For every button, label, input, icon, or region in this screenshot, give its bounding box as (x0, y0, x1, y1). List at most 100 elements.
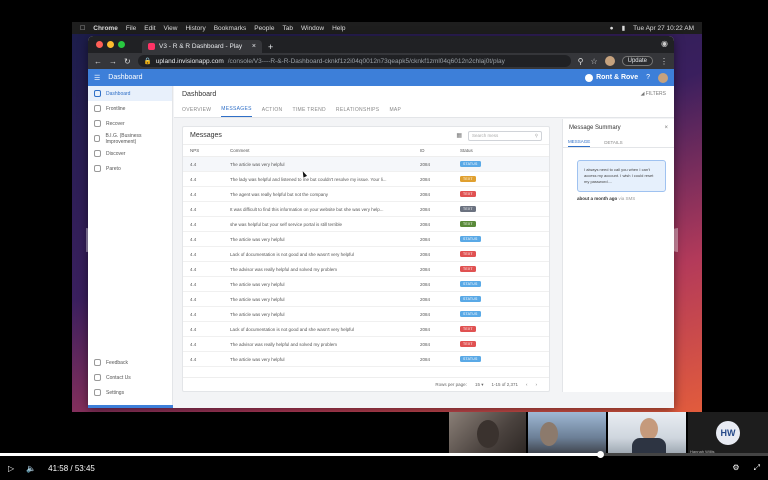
menu-file[interactable]: File (126, 25, 136, 32)
url-field[interactable]: 🔒 upland.invisionapp.com/console/V3----R… (137, 55, 571, 67)
clock[interactable]: Tue Apr 27 10:22 AM (633, 25, 694, 32)
update-button[interactable]: Update (621, 56, 653, 66)
cell-id: 2084 (420, 266, 431, 272)
column-nps[interactable]: NPS (190, 148, 230, 153)
columns-icon[interactable]: ▦ (456, 132, 462, 139)
table-row[interactable]: 4.4 The advisor was really helpful and so… (183, 262, 549, 277)
browser-tab[interactable]: V3 - R & R Dashboard - Play × (142, 40, 262, 53)
cell-comment: The article was very helpful (230, 161, 285, 167)
filters-button[interactable]: ◢ FILTERS (641, 91, 666, 97)
user-avatar[interactable] (658, 72, 668, 83)
cell-comment: It was difficult to find this informatio… (230, 206, 384, 212)
reload-icon[interactable]: ↻ (124, 57, 131, 66)
close-window-icon[interactable] (96, 41, 103, 48)
tab-action[interactable]: ACTION (262, 107, 283, 117)
menu-people[interactable]: People (254, 25, 274, 32)
help-icon[interactable]: ? (646, 74, 650, 81)
table-row[interactable]: 4.4 she was helpful but your self service… (183, 217, 549, 232)
cell-status: STATUS (460, 236, 520, 242)
apple-icon[interactable]:  (80, 25, 85, 32)
table-row[interactable]: 4.4 Lack of documentation is not good and… (183, 322, 549, 337)
column-status[interactable]: Status (460, 148, 520, 153)
sidebar-item-frontline[interactable]: Frontline (88, 101, 172, 116)
tab-message[interactable]: MESSAGE (568, 139, 591, 147)
gear-icon[interactable]: ⚙ (732, 463, 739, 473)
table-row[interactable]: 4.4 The article was very helpful 2084 STATU… (183, 277, 549, 292)
back-icon[interactable]: ← (94, 57, 102, 66)
minimize-window-icon[interactable] (107, 41, 114, 48)
menu-tab[interactable]: Tab (282, 25, 292, 32)
recover-icon (94, 120, 101, 127)
close-icon[interactable]: × (664, 125, 668, 131)
sidebar-item-contact[interactable]: Contact Us (88, 370, 172, 385)
cell-id: 2084 (420, 191, 431, 197)
sidebar-item-settings[interactable]: Settings (88, 385, 172, 400)
rows-per-page-select[interactable]: 15 ▾ (475, 382, 484, 388)
sidebar-item-recover[interactable]: Recover (88, 116, 172, 131)
menu-window[interactable]: Window (301, 25, 324, 32)
cell-nps: 4.4 (190, 251, 197, 257)
fullscreen-icon[interactable]: ⤢ (754, 463, 760, 473)
tab-overview[interactable]: OVERVIEW (182, 107, 211, 117)
star-icon[interactable]: ☆ (590, 57, 597, 66)
table-row[interactable]: 4.4 The article was very helpful 2084 STATU… (183, 157, 549, 172)
table-row[interactable]: 4.4 The article was very helpful 2084 STATU… (183, 352, 549, 367)
table-row[interactable]: 4.4 Lack of documentation is not good and… (183, 247, 549, 262)
menu-help[interactable]: Help (332, 25, 345, 32)
table-row[interactable]: 4.4 The article was very helpful 2084 STATU… (183, 292, 549, 307)
menu-edit[interactable]: Edit (144, 25, 155, 32)
hamburger-icon[interactable]: ☰ (94, 74, 100, 82)
play-icon[interactable]: ▷ (8, 464, 14, 473)
gear-icon (94, 389, 101, 396)
cell-status: TEXT (460, 176, 520, 182)
cell-nps: 4.4 (190, 356, 197, 362)
tab-details[interactable]: DETAILS (604, 140, 622, 147)
tab-relationships[interactable]: RELATIONSHIPS (336, 107, 380, 117)
filters-label: FILTERS (645, 91, 666, 97)
cell-nps: 4.4 (190, 221, 197, 227)
more-menu-icon[interactable]: ⋮ (660, 57, 668, 66)
table-row[interactable]: 4.4 The article was very helpful 2084 STATU… (183, 307, 549, 322)
menubar-app[interactable]: Chrome (93, 25, 118, 32)
table-row[interactable]: 4.4 The agent was really helpful but not … (183, 187, 549, 202)
menu-history[interactable]: History (185, 25, 205, 32)
cell-comment: she was helpful but your self service po… (230, 221, 343, 227)
battery-icon[interactable]: ▮ (622, 24, 626, 32)
tab-title: V3 - R & R Dashboard - Play (159, 43, 243, 50)
wifi-icon[interactable]: ● (610, 25, 614, 32)
tab-messages[interactable]: MESSAGES (221, 106, 252, 117)
table-row[interactable]: 4.4 The lady was helpful and listened to … (183, 172, 549, 187)
maximize-window-icon[interactable] (118, 41, 125, 48)
search-input[interactable]: Search mess ⚲ (468, 130, 542, 141)
content-header: Dashboard ◢ FILTERS (174, 86, 674, 102)
sidebar-item-feedback[interactable]: Feedback (88, 355, 172, 370)
menu-bookmarks[interactable]: Bookmarks (214, 25, 247, 32)
table-row[interactable]: 4.4 The article was very helpful 2084 STATU… (183, 232, 549, 247)
next-screen-arrow[interactable] (668, 228, 678, 252)
column-comment[interactable]: Comment (230, 148, 420, 153)
sidebar-item-label: Discover (106, 150, 126, 157)
tab-strip: V3 - R & R Dashboard - Play × + ◉ (88, 36, 674, 53)
brand: Ront & Rove (585, 73, 638, 82)
table-row[interactable]: 4.4 It was difficult to find this informa… (183, 202, 549, 217)
profile-menu-icon[interactable]: ◉ (661, 39, 668, 48)
table-row[interactable]: 4.4 The advisor was really helpful and so… (183, 337, 549, 352)
close-tab-icon[interactable]: × (252, 43, 256, 50)
prev-page-icon[interactable]: ‹ (526, 382, 528, 387)
sidebar-item-big[interactable]: B.I.G. (Business Improvement) (88, 131, 172, 146)
tab-map[interactable]: MAP (389, 107, 401, 117)
search-icon[interactable]: ⚲ (578, 57, 584, 66)
sidebar-item-dashboard[interactable]: Dashboard (88, 86, 172, 101)
new-tab-icon[interactable]: + (268, 42, 273, 52)
forward-icon[interactable]: → (109, 57, 117, 66)
sidebar-item-pareto[interactable]: Pareto (88, 161, 172, 176)
profile-avatar[interactable] (604, 56, 615, 66)
search-icon: ⚲ (534, 132, 538, 138)
volume-icon[interactable]: 🔈 (26, 464, 36, 473)
sidebar-item-discover[interactable]: Discover (88, 146, 172, 161)
cell-nps: 4.4 (190, 191, 197, 197)
column-id[interactable]: ID (420, 148, 460, 153)
menu-view[interactable]: View (164, 25, 178, 32)
tab-time-trend[interactable]: TIME TREND (292, 107, 325, 117)
next-page-icon[interactable]: › (536, 382, 538, 387)
